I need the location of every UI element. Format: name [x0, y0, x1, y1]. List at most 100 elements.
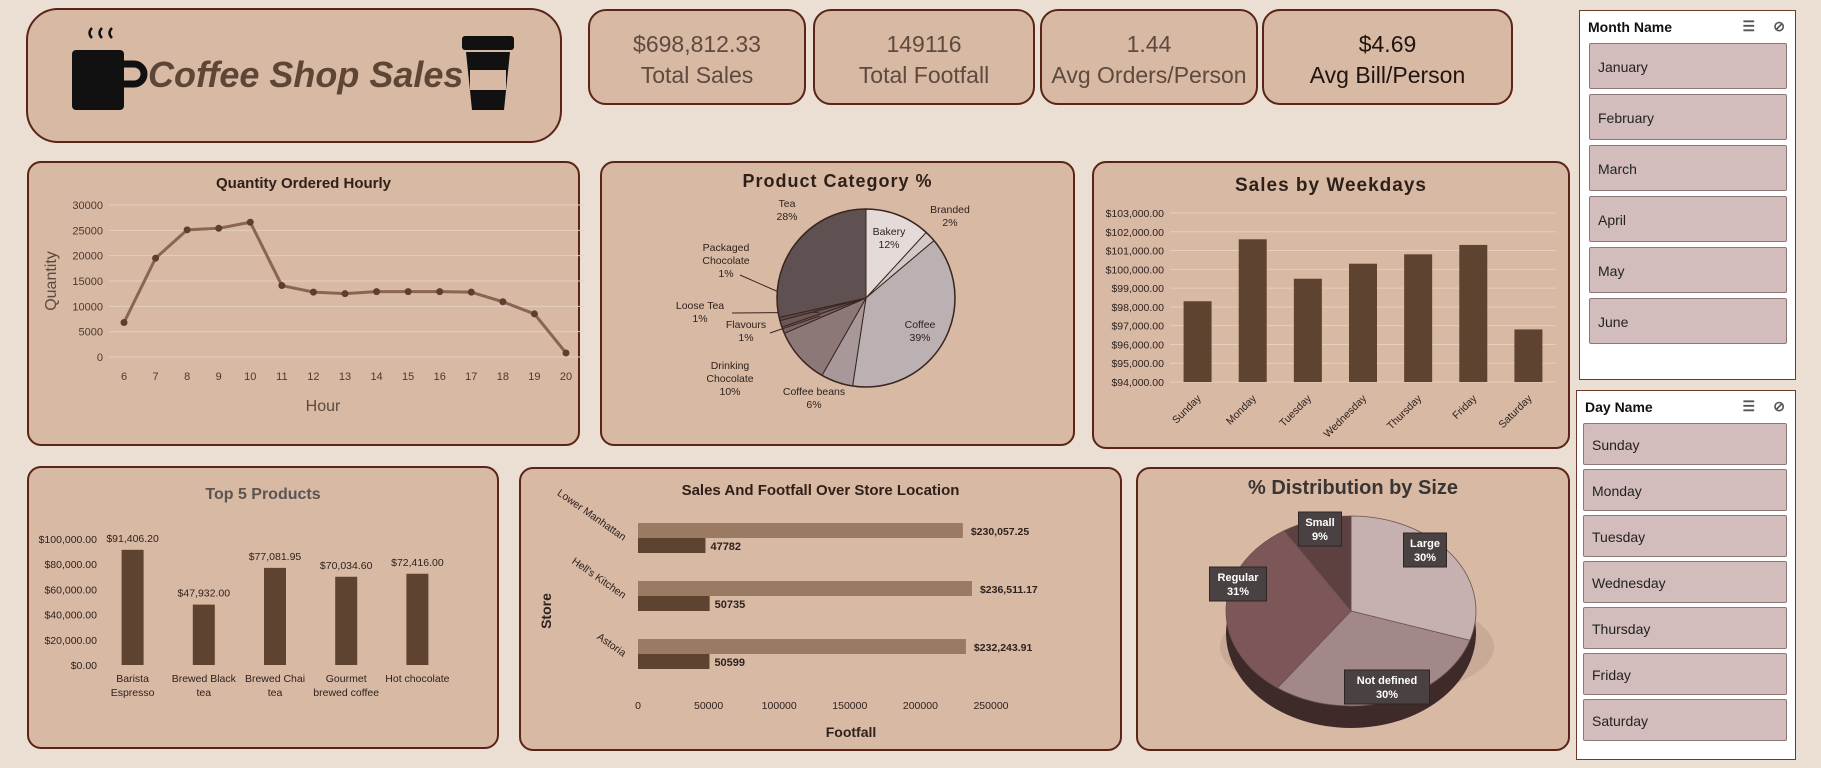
- x-tick-label: 16: [434, 371, 446, 383]
- y-tick-label: 20000: [72, 251, 103, 263]
- bar: [1183, 301, 1212, 382]
- size-chart-card: % Distribution by Size Large 30% Not defin…: [1136, 467, 1570, 751]
- data-point: [499, 298, 507, 306]
- multi-select-icon[interactable]: ☰: [1742, 398, 1755, 415]
- slice-pct: 30%: [1414, 552, 1436, 564]
- x-tick-label: tea: [268, 687, 283, 699]
- bar: [1514, 329, 1543, 382]
- category-pie-chart: Bakery12% Branded2% Coffee39% Coffee beans6…: [676, 198, 970, 411]
- y-axis-title: Quantity: [43, 251, 60, 311]
- hourly-line-chart: 0 5000 10000 15000 20000 25000 30000 6 7 8 9 10 11 12…: [43, 200, 584, 415]
- y-tick-label: $102,000.00: [1106, 227, 1165, 239]
- takeaway-cup-icon: [462, 36, 514, 110]
- month-item-january[interactable]: January: [1589, 43, 1787, 89]
- clear-filter-icon[interactable]: ⊘: [1773, 18, 1785, 35]
- x-tick-label: Tuesday: [1277, 392, 1314, 429]
- weekday-chart-card: Sales by Weekdays $94,000.00 $95,000.00 $9…: [1092, 161, 1570, 449]
- y-tick-label: Astoria: [595, 631, 629, 660]
- x-tick-label: 10: [244, 371, 256, 383]
- x-tick-label: 250000: [973, 700, 1008, 712]
- slice-pct: 31%: [1227, 586, 1249, 598]
- y-tick-label: 10000: [72, 301, 103, 313]
- y-tick-label: $20,000.00: [44, 635, 97, 647]
- bar: [192, 604, 215, 665]
- x-tick-label: 14: [370, 371, 382, 383]
- slicer-header: Month Name ☰ ⊘: [1580, 11, 1795, 41]
- data-point: [120, 319, 128, 327]
- data-point: [309, 288, 317, 296]
- month-item-february[interactable]: February: [1589, 94, 1787, 140]
- bar: [406, 573, 429, 665]
- x-tick-label: 13: [339, 371, 351, 383]
- bar-footfall: [638, 538, 706, 553]
- day-item-thursday[interactable]: Thursday: [1583, 607, 1787, 649]
- day-item-tuesday[interactable]: Tuesday: [1583, 515, 1787, 557]
- slice-label: Branded: [930, 204, 970, 216]
- kpi-value: 149116: [886, 31, 962, 57]
- day-item-saturday[interactable]: Saturday: [1583, 699, 1787, 741]
- x-tick-label: Monday: [1224, 392, 1259, 427]
- slice-label: Bakery: [873, 226, 906, 238]
- data-label: 47782: [710, 541, 741, 553]
- x-tick-label: 12: [307, 371, 319, 383]
- y-tick-label: $101,000.00: [1106, 246, 1165, 258]
- x-tick-label: Thursday: [1385, 392, 1425, 432]
- slice-label: Loose Tea: [676, 300, 724, 312]
- category-chart-card: Product Category % Bakery 12% Branded 2% Cof…: [600, 161, 1075, 446]
- day-item-sunday[interactable]: Sunday: [1583, 423, 1787, 465]
- series-line: [122, 220, 568, 354]
- y-tick-label: $95,000.00: [1111, 358, 1164, 370]
- data-label: $47,932.00: [178, 588, 231, 600]
- clear-filter-icon[interactable]: ⊘: [1773, 398, 1785, 415]
- x-tick-label: Sunday: [1170, 392, 1204, 426]
- kpi-total-footfall: 149116 Total Footfall: [813, 9, 1035, 105]
- y-axis-title: Store: [538, 593, 554, 629]
- data-label: $72,416.00: [391, 557, 444, 569]
- slicer-header: Day Name ☰ ⊘: [1577, 391, 1795, 421]
- slice-label: Large: [1410, 538, 1440, 550]
- multi-select-icon[interactable]: ☰: [1742, 18, 1755, 35]
- slice-label: Drinking: [711, 360, 750, 372]
- x-tick-label: 20: [560, 371, 572, 383]
- slice-label: 28%: [776, 211, 797, 223]
- kpi-value: $698,812.33: [633, 31, 761, 57]
- month-item-june[interactable]: June: [1589, 298, 1787, 344]
- month-item-may[interactable]: May: [1589, 247, 1787, 293]
- slice-label: Small: [1305, 517, 1334, 529]
- bar-sales: [638, 523, 963, 538]
- slice-label: Tea: [779, 198, 796, 210]
- data-point: [215, 224, 223, 232]
- y-tick-label: 5000: [79, 327, 103, 339]
- data-point: [373, 288, 381, 296]
- bar-footfall: [638, 654, 710, 669]
- y-tick-label: Hell's Kitchen: [569, 555, 628, 601]
- month-item-april[interactable]: April: [1589, 196, 1787, 242]
- x-tick-label: Wednesday: [1322, 392, 1370, 440]
- x-tick-label: 17: [465, 371, 477, 383]
- day-item-wednesday[interactable]: Wednesday: [1583, 561, 1787, 603]
- slice-label: Flavours: [726, 319, 766, 331]
- x-tick-label: tea: [196, 687, 211, 699]
- x-tick-label: brewed coffee: [313, 687, 379, 699]
- x-tick-label: Saturday: [1496, 392, 1535, 431]
- slice-label: Chocolate: [706, 373, 753, 385]
- bar: [1238, 239, 1267, 382]
- slice-label: 12%: [878, 239, 899, 251]
- data-label: $236,511.17: [980, 584, 1038, 596]
- kpi-avg-bill: $4.69 Avg Bill/Person: [1262, 9, 1513, 105]
- data-point: [436, 288, 444, 296]
- month-item-march[interactable]: March: [1589, 145, 1787, 191]
- bar: [335, 576, 358, 665]
- slice-label: Coffee: [905, 319, 936, 331]
- bar: [1404, 254, 1433, 382]
- slice-label: 39%: [909, 332, 930, 344]
- day-item-friday[interactable]: Friday: [1583, 653, 1787, 695]
- data-label: 50735: [715, 599, 746, 611]
- top5-bar-chart: $0.00 $20,000.00 $40,000.00 $60,000.00 $80,0…: [39, 533, 450, 699]
- title-card: Coffee Shop Sales: [26, 8, 562, 143]
- day-item-monday[interactable]: Monday: [1583, 469, 1787, 511]
- slice-label: Packaged: [703, 242, 750, 254]
- size-pie-chart: Large 30% Not defined 30% Regular 31% Small 9%: [1209, 511, 1494, 728]
- dashboard-title: Coffee Shop Sales: [148, 54, 464, 95]
- x-axis-title: Footfall: [826, 724, 877, 740]
